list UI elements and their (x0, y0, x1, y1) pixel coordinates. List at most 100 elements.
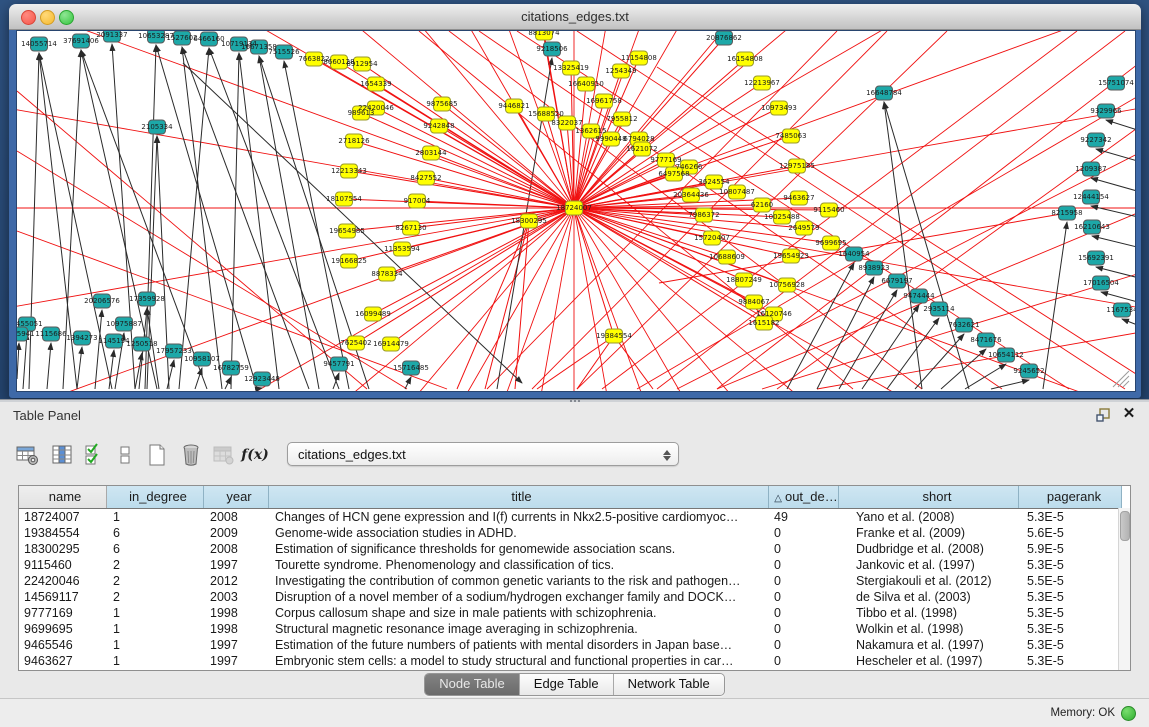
table-cell: 9777169 (19, 605, 107, 621)
graph-node-label: 11353594 (384, 245, 420, 253)
table-row[interactable]: 969969511998Structural magnetic resonanc… (19, 621, 1130, 637)
graph-node-label: 16210643 (1074, 223, 1110, 231)
column-header-short[interactable]: short (839, 486, 1019, 508)
table-cell: Investigating the contribution of common… (269, 573, 769, 589)
table-cell: Corpus callosum shape and size in male p… (269, 605, 769, 621)
tab-network-table[interactable]: Network Table (614, 674, 724, 695)
table-cell: 1 (107, 621, 204, 637)
table-panel: Table Panel ✕ (0, 402, 1149, 727)
graph-node-label: 1145194 (98, 337, 130, 345)
table-header-row: name in_degree year title △out_de… short… (19, 486, 1130, 509)
graph-node-label: 12213967 (744, 79, 780, 87)
table-cell: 2008 (204, 509, 269, 525)
status-bar: Memory: OK (0, 698, 1149, 727)
column-header-name[interactable]: name (19, 486, 107, 508)
table-cell: 1998 (204, 605, 269, 621)
table-source-selector[interactable]: citations_edges.txt (287, 442, 679, 466)
table-cell: 0 (769, 589, 839, 605)
graph-node-label: 1167534 (1106, 306, 1135, 314)
graph-node-label: 7986372 (688, 211, 719, 219)
graph-node-label: 20206576 (84, 297, 120, 305)
table-cell: 1997 (204, 653, 269, 669)
graph-node-label: 15692391 (1078, 254, 1114, 262)
table-cell: 5.6E-5 (1019, 525, 1122, 541)
graph-node-label: 7625402 (340, 339, 371, 347)
graph-node-label: 7955812 (606, 115, 637, 123)
graph-node-label: 1615182 (748, 319, 779, 327)
graph-node-label: 9463627 (783, 194, 814, 202)
network-view-window: citations_edges.txt 18724007140557143769… (9, 4, 1141, 398)
table-row[interactable]: 1938455462009Genome-wide association stu… (19, 525, 1130, 541)
sort-ascending-icon: △ (774, 493, 782, 504)
tab-node-table[interactable]: Node Table (425, 674, 520, 695)
network-canvas[interactable]: 1872400714055714376914062091337106532871… (16, 30, 1136, 392)
column-header-year[interactable]: year (204, 486, 269, 508)
memory-status-label: Memory: OK (1050, 707, 1115, 719)
table-cell: Genome-wide association studies in ADHD. (269, 525, 769, 541)
select-all-icon[interactable] (79, 440, 109, 470)
table-row[interactable]: 977716911998Corpus callosum shape and si… (19, 605, 1130, 621)
window-titlebar[interactable]: citations_edges.txt (9, 4, 1141, 30)
table-row[interactable]: 946362711997Embryonic stem cells: a mode… (19, 653, 1130, 669)
table-cell: 9465546 (19, 637, 107, 653)
graph-node-label: 16648784 (866, 89, 902, 97)
create-column-icon[interactable] (142, 440, 172, 470)
table-panel-header: Table Panel ✕ (0, 402, 1149, 428)
table-cell: 5.3E-5 (1019, 605, 1122, 621)
table-cell: 19384554 (19, 525, 107, 541)
table-row[interactable]: 2242004622012Investigating the contribut… (19, 573, 1130, 589)
table-row[interactable]: 946554611997Estimation of the future num… (19, 637, 1130, 653)
graph-node-label: 2803144 (415, 149, 447, 157)
table-cell: 1 (107, 605, 204, 621)
table-cell: 1 (107, 509, 204, 525)
table-panel-title: Table Panel (13, 408, 81, 423)
graph-node-label: 19654985 (329, 227, 365, 235)
delete-column-icon[interactable] (176, 440, 206, 470)
table-cell: Nakamura et al. (1997) (839, 637, 1019, 653)
table-vertical-scrollbar[interactable] (1118, 508, 1130, 670)
table-cell: Hescheler et al. (1997) (839, 653, 1019, 669)
graph-node-label: 16099489 (355, 310, 391, 318)
graph-node-label: 917004 (404, 197, 431, 205)
table-cell: Jankovic et al. (1997) (839, 557, 1019, 573)
table-cell: 18300295 (19, 541, 107, 557)
graph-node-label: 15751074 (1098, 79, 1134, 87)
choose-columns-icon[interactable] (47, 440, 77, 470)
column-header-title[interactable]: title (269, 486, 769, 508)
graph-node-label: 10025488 (764, 213, 800, 221)
graph-node-label: 2649579 (788, 224, 819, 232)
graph-node-label: 9329966 (1090, 107, 1122, 115)
graph-node-label: 6497568 (658, 170, 689, 178)
table-cell: 0 (769, 605, 839, 621)
graph-node-label: 18300295 (511, 217, 547, 225)
column-header-out-degree[interactable]: △out_de… (769, 486, 839, 508)
table-cell: 14569117 (19, 589, 107, 605)
table-cell: 5.3E-5 (1019, 637, 1122, 653)
clear-selection-icon[interactable] (110, 440, 140, 470)
graph-node-label: 2935114 (923, 305, 955, 313)
table-settings-icon[interactable] (12, 440, 42, 470)
table-row[interactable]: 1830029562008Estimation of significance … (19, 541, 1130, 557)
function-builder-icon[interactable]: f(x) (240, 440, 270, 470)
import-table-icon[interactable] (208, 440, 238, 470)
graph-node-label: 10688609 (709, 253, 745, 261)
graph-node-label: 16154808 (727, 55, 763, 63)
table-cell: 9463627 (19, 653, 107, 669)
graph-node-label: 8267130 (395, 224, 426, 232)
column-header-pagerank[interactable]: pagerank (1019, 486, 1122, 508)
memory-ok-indicator-icon[interactable] (1121, 706, 1136, 721)
float-panel-icon[interactable] (1095, 407, 1111, 423)
graph-node-label: 8322037 (551, 119, 582, 127)
table-cell: 0 (769, 573, 839, 589)
table-row[interactable]: 1456911722003Disruption of a novel membe… (19, 589, 1130, 605)
table-row[interactable]: 911546021997Tourette syndrome. Phenomeno… (19, 557, 1130, 573)
table-row[interactable]: 1872400712008Changes of HCN gene express… (19, 509, 1130, 525)
close-panel-icon[interactable]: ✕ (1121, 405, 1137, 423)
tab-edge-table[interactable]: Edge Table (520, 674, 614, 695)
table-toolbar: f(x) citations_edges.txt (0, 434, 1149, 478)
graph-node-label: 62160 (751, 201, 773, 209)
column-header-in-degree[interactable]: in_degree (107, 486, 204, 508)
scrollbar-thumb[interactable] (1120, 511, 1130, 541)
table-cell: Wolkin et al. (1998) (839, 621, 1019, 637)
graph-node-label: 10654112 (988, 351, 1024, 359)
